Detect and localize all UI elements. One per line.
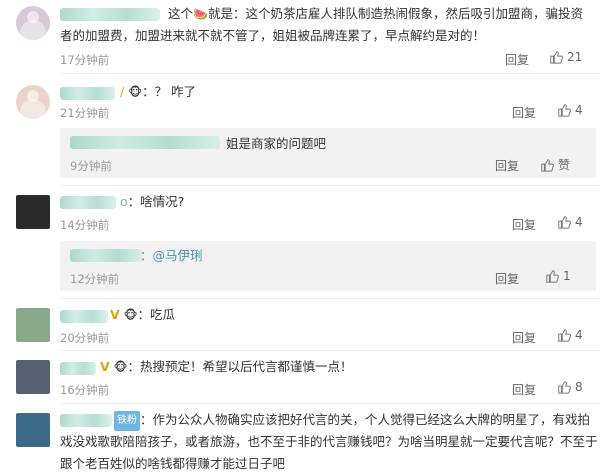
user-avatar[interactable]	[16, 413, 50, 447]
thumbs-up-icon	[558, 104, 571, 117]
fan-badge: 铁粉	[114, 411, 140, 431]
like-button[interactable]: 1	[545, 269, 571, 283]
like-button[interactable]: 4	[557, 215, 583, 229]
divider	[60, 298, 600, 299]
like-count: 8	[575, 380, 583, 394]
username-blurred[interactable]	[60, 414, 112, 427]
like-button[interactable]: 8	[557, 380, 583, 394]
sub-reply: 姐是商家的问题吧 9分钟前 回复 赞	[60, 128, 596, 178]
sub-reply-text: 姐是商家的问题吧	[226, 136, 327, 151]
divider	[60, 73, 600, 74]
user-avatar[interactable]	[16, 6, 50, 40]
user-avatar[interactable]	[16, 360, 50, 394]
like-button[interactable]: 赞	[540, 156, 570, 173]
reply-button[interactable]: 回复	[512, 104, 536, 121]
comment-text-line2: 者的加盟费，加盟进来就不就不管了，姐姐被品牌连累了，早点解约是对的！	[60, 28, 486, 43]
like-button[interactable]: 4	[557, 328, 583, 342]
comment-text: 这个🍉就是：这个奶茶店雇人排队制造热闹假象，然后吸引加盟商，骗投资	[168, 6, 583, 21]
like-count: 21	[567, 50, 583, 64]
username-blurred[interactable]	[60, 196, 116, 209]
comment-text-line3: 跟个老百姓似的啥钱都得赚才能过日子吧	[60, 456, 286, 471]
like-count: 4	[575, 328, 583, 342]
username-blurred[interactable]	[60, 362, 96, 375]
thumbs-up-icon	[546, 270, 559, 283]
like-label: 赞	[558, 158, 571, 172]
reply-button[interactable]: 回复	[512, 216, 536, 233]
divider	[60, 185, 600, 186]
comment-text: o：啥情况?	[120, 194, 185, 209]
reply-button[interactable]: 回复	[495, 157, 519, 174]
like-count: 1	[563, 269, 571, 283]
reply-button[interactable]: 回复	[495, 270, 519, 287]
thumbs-up-icon	[550, 51, 563, 64]
emoji-icon: 🐵	[123, 308, 138, 322]
sub-reply-time: 12分钟前	[70, 272, 120, 286]
comment-text: / 🐵：？ 咋了	[120, 84, 197, 99]
thumbs-up-icon	[558, 381, 571, 394]
divider	[60, 403, 600, 404]
like-button[interactable]: 4	[557, 103, 583, 117]
thumbs-up-icon	[541, 158, 554, 172]
reply-button[interactable]: 回复	[512, 329, 536, 346]
username-blurred[interactable]	[60, 8, 160, 21]
username-blurred[interactable]	[70, 136, 220, 149]
thumbs-up-icon	[558, 329, 571, 342]
like-count: 4	[575, 215, 583, 229]
username-blurred[interactable]	[70, 249, 142, 262]
comment-text: 铁粉 ：作为公众人物确实应该把好代言的关，个人觉得已经这么大牌的明星了，有戏拍	[114, 410, 590, 431]
comment-time: 21分钟前	[60, 106, 110, 120]
username-blurred[interactable]	[60, 310, 108, 323]
reply-button[interactable]: 回复	[505, 51, 529, 68]
sub-reply: ：@马伊琍 12分钟前 回复 1	[60, 241, 596, 291]
thumbs-up-icon	[558, 216, 571, 229]
comment-time: 17分钟前	[60, 53, 110, 67]
like-count: 4	[575, 103, 583, 117]
comment-time: 20分钟前	[60, 331, 110, 345]
comment-time: 14分钟前	[60, 218, 110, 232]
comment-text: V 🐵：吃瓜	[110, 307, 176, 322]
emoji-icon: 🐵	[128, 85, 143, 99]
username-blurred[interactable]	[60, 87, 115, 100]
reply-button[interactable]: 回复	[512, 381, 536, 398]
sub-reply-time: 9分钟前	[70, 159, 112, 173]
comment-text-line2: 戏没戏歌歌陪陪孩子，或者旅游，也不至于非的代言赚钱吧？为啥当明星就一定要代言呢？…	[60, 434, 598, 449]
user-avatar[interactable]	[16, 195, 50, 229]
comment-text: V 🐵：热搜预定！希望以后代言都谨慎一点！	[100, 359, 353, 374]
user-avatar[interactable]	[16, 85, 50, 119]
emoji-icon: 🐵	[113, 360, 128, 374]
like-button[interactable]: 21	[549, 50, 582, 64]
sub-reply-text: ：@马伊琍	[140, 248, 203, 263]
comment-time: 16分钟前	[60, 383, 110, 397]
watermelon-icon: 🍉	[193, 7, 208, 21]
user-avatar[interactable]	[16, 308, 50, 342]
divider	[60, 350, 600, 351]
